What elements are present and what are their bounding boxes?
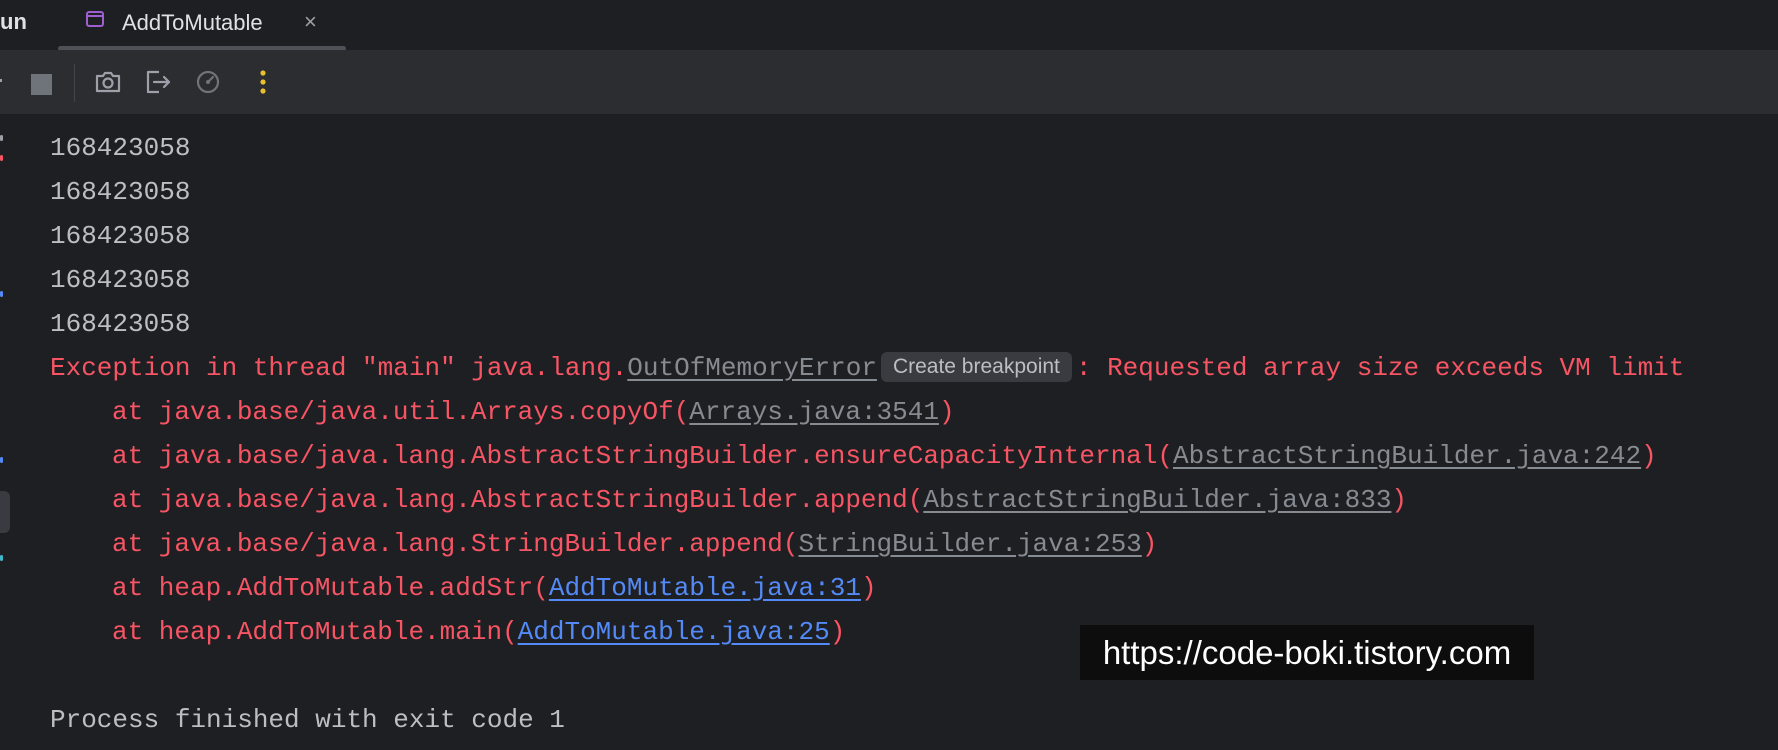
tab-title: AddToMutable xyxy=(122,10,263,35)
stack-frame: at java.base/java.lang.AbstractStringBui… xyxy=(112,480,1407,520)
camera-icon[interactable] xyxy=(94,68,122,96)
stack-frame-link[interactable]: StringBuilder.java:253 xyxy=(799,529,1142,559)
gutter-marker xyxy=(0,135,3,141)
gutter-marker xyxy=(0,457,3,463)
output-line: 168423058 xyxy=(50,133,191,163)
stack-frame-text: ) xyxy=(1391,485,1408,515)
rerun-icon[interactable] xyxy=(0,79,2,82)
stack-frame-text: ) xyxy=(860,573,877,603)
exception-prefix: Exception in thread "main" java.lang. xyxy=(50,353,628,383)
stack-frame-text: ) xyxy=(1141,529,1158,559)
gutter-selection xyxy=(0,491,10,533)
stack-frame-link[interactable]: Arrays.java:3541 xyxy=(689,397,939,427)
stack-frame-link[interactable]: AddToMutable.java:25 xyxy=(518,617,830,647)
run-toolbar xyxy=(0,50,1778,115)
stack-frame-text: ) xyxy=(1641,441,1657,471)
stack-frame-link[interactable]: AbstractStringBuilder.java:833 xyxy=(923,485,1391,515)
stack-frame: at java.base/java.lang.AbstractStringBui… xyxy=(112,436,1657,476)
error-class-link[interactable]: OutOfMemoryError xyxy=(627,353,877,383)
output-line: 168423058 xyxy=(50,177,191,207)
run-config-icon xyxy=(86,11,104,27)
more-options-icon[interactable] xyxy=(259,68,267,96)
exception-line: Exception in thread "main" java.lang.Out… xyxy=(50,348,1684,388)
stack-frame: at java.base/java.util.Arrays.copyOf(Arr… xyxy=(112,392,955,432)
stop-icon[interactable] xyxy=(31,74,52,95)
stack-frame-text: at java.base/java.lang.AbstractStringBui… xyxy=(112,441,1173,471)
toolbar-divider xyxy=(74,64,75,102)
output-line: 168423058 xyxy=(50,221,191,251)
gutter-marker xyxy=(0,555,3,561)
stack-frame: at heap.AddToMutable.addStr(AddToMutable… xyxy=(112,568,877,608)
stack-frame: at java.base/java.lang.StringBuilder.app… xyxy=(112,524,1157,564)
profiler-gauge-icon[interactable] xyxy=(196,69,224,97)
gutter-marker xyxy=(0,291,3,297)
exit-icon[interactable] xyxy=(144,68,172,96)
stack-frame-text: ) xyxy=(829,617,846,647)
gutter-marker xyxy=(0,155,3,161)
stack-frame-text: ) xyxy=(938,397,955,427)
stack-frame: at heap.AddToMutable.main(AddToMutable.j… xyxy=(112,612,845,652)
close-icon[interactable]: × xyxy=(304,9,317,35)
create-breakpoint-button[interactable]: Create breakpoint xyxy=(880,352,1072,382)
console-gutter xyxy=(0,115,21,750)
stack-frame-text: at java.base/java.lang.StringBuilder.app… xyxy=(112,529,799,559)
exception-suffix: : Requested array size exceeds VM limit xyxy=(1075,353,1685,383)
stack-frame-text: at heap.AddToMutable.main( xyxy=(112,617,518,647)
stack-frame-link[interactable]: AddToMutable.java:31 xyxy=(549,573,861,603)
tool-window-tabbar: un AddToMutable × xyxy=(0,0,1778,51)
stack-frame-text: at java.base/java.lang.AbstractStringBui… xyxy=(112,485,924,515)
tab-addtomutable[interactable]: AddToMutable × xyxy=(58,0,346,51)
stack-frame-link[interactable]: AbstractStringBuilder.java:242 xyxy=(1173,441,1641,471)
watermark: https://code-boki.tistory.com xyxy=(1080,625,1534,680)
stack-frame-text: at java.base/java.util.Arrays.copyOf( xyxy=(112,397,690,427)
output-line: 168423058 xyxy=(50,265,191,295)
exit-message: Process finished with exit code 1 xyxy=(50,705,565,735)
run-tool-window-title: un xyxy=(0,9,27,34)
output-line: 168423058 xyxy=(50,309,191,339)
stack-frame-text: at heap.AddToMutable.addStr( xyxy=(112,573,549,603)
